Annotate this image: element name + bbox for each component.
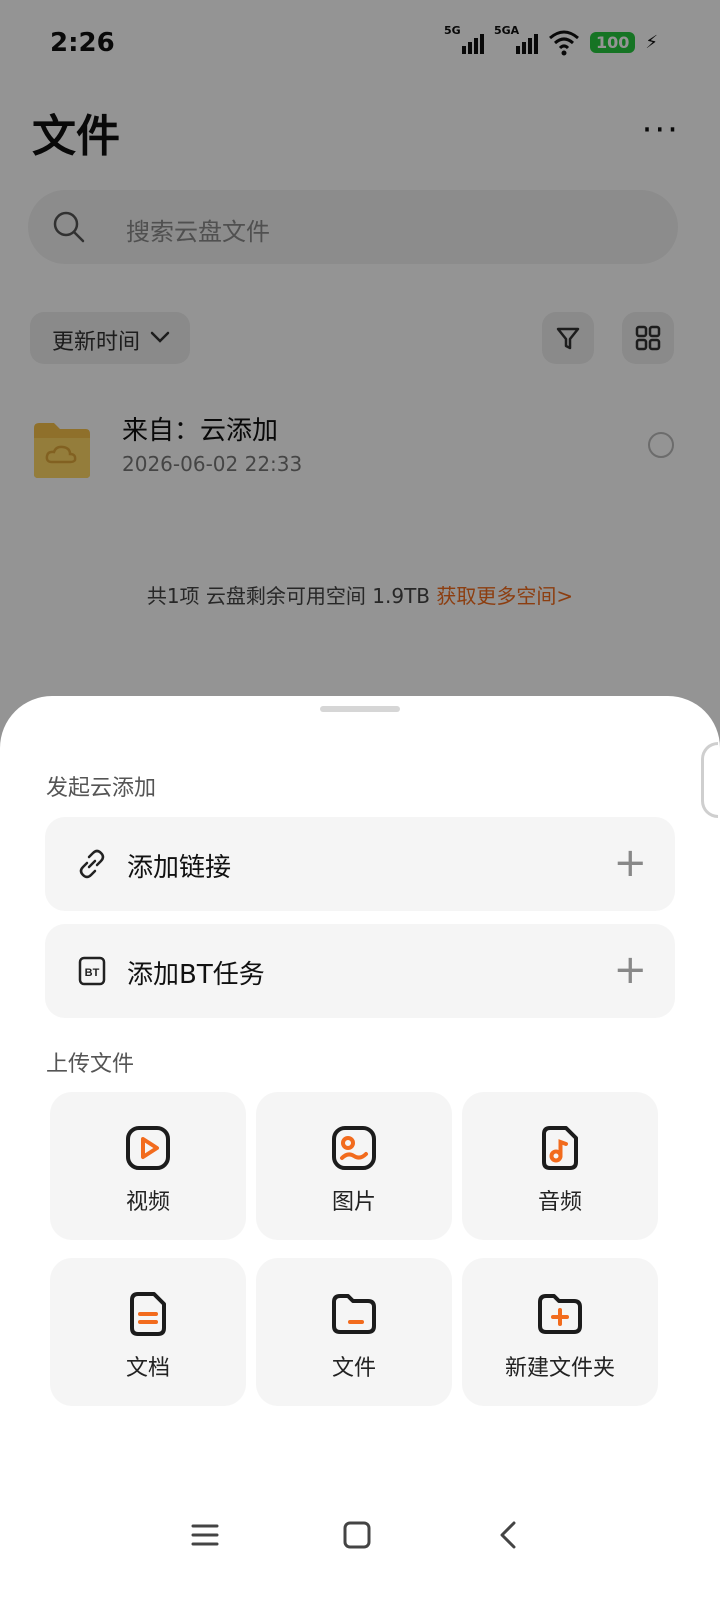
new-folder-icon: [538, 1294, 582, 1334]
bt-icon: BT: [78, 956, 106, 986]
link-icon: [79, 849, 105, 879]
tile-label: 文档: [125, 1356, 170, 1381]
folder-icon: [332, 1294, 376, 1334]
add-link-label: 添加链接: [127, 853, 232, 883]
section-upload: 上传文件: [46, 1052, 135, 1077]
plus-icon: +: [613, 947, 647, 993]
svg-text:BT: BT: [85, 967, 100, 979]
audio-file-icon: [542, 1126, 578, 1170]
upload-file-button[interactable]: 文件: [256, 1258, 452, 1406]
upload-document-button[interactable]: 文档: [50, 1258, 246, 1406]
add-bt-label: 添加BT任务: [127, 960, 265, 990]
tile-label: 视频: [125, 1190, 170, 1215]
tile-label: 新建文件夹: [504, 1356, 615, 1381]
upload-audio-button[interactable]: 音频: [462, 1092, 658, 1240]
menu-icon[interactable]: [190, 1520, 220, 1550]
add-link-button[interactable]: 添加链接 +: [45, 817, 675, 911]
upload-image-button[interactable]: 图片: [256, 1092, 452, 1240]
tile-label: 图片: [331, 1190, 376, 1215]
upload-video-button[interactable]: 视频: [50, 1092, 246, 1240]
video-icon: [126, 1126, 170, 1170]
add-bt-task-button[interactable]: BT 添加BT任务 +: [45, 924, 675, 1018]
section-cloud-add: 发起云添加: [46, 776, 157, 801]
new-folder-button[interactable]: 新建文件夹: [462, 1258, 658, 1406]
sheet-drag-handle[interactable]: [320, 706, 400, 712]
home-icon[interactable]: [342, 1520, 372, 1550]
tile-label: 音频: [537, 1190, 582, 1215]
plus-icon: +: [613, 840, 647, 886]
document-icon: [130, 1292, 166, 1336]
edge-gesture-handle[interactable]: [701, 742, 718, 818]
tile-label: 文件: [331, 1356, 376, 1381]
back-icon[interactable]: [494, 1520, 524, 1550]
image-icon: [332, 1126, 376, 1170]
system-navigation-bar: [0, 1500, 720, 1600]
